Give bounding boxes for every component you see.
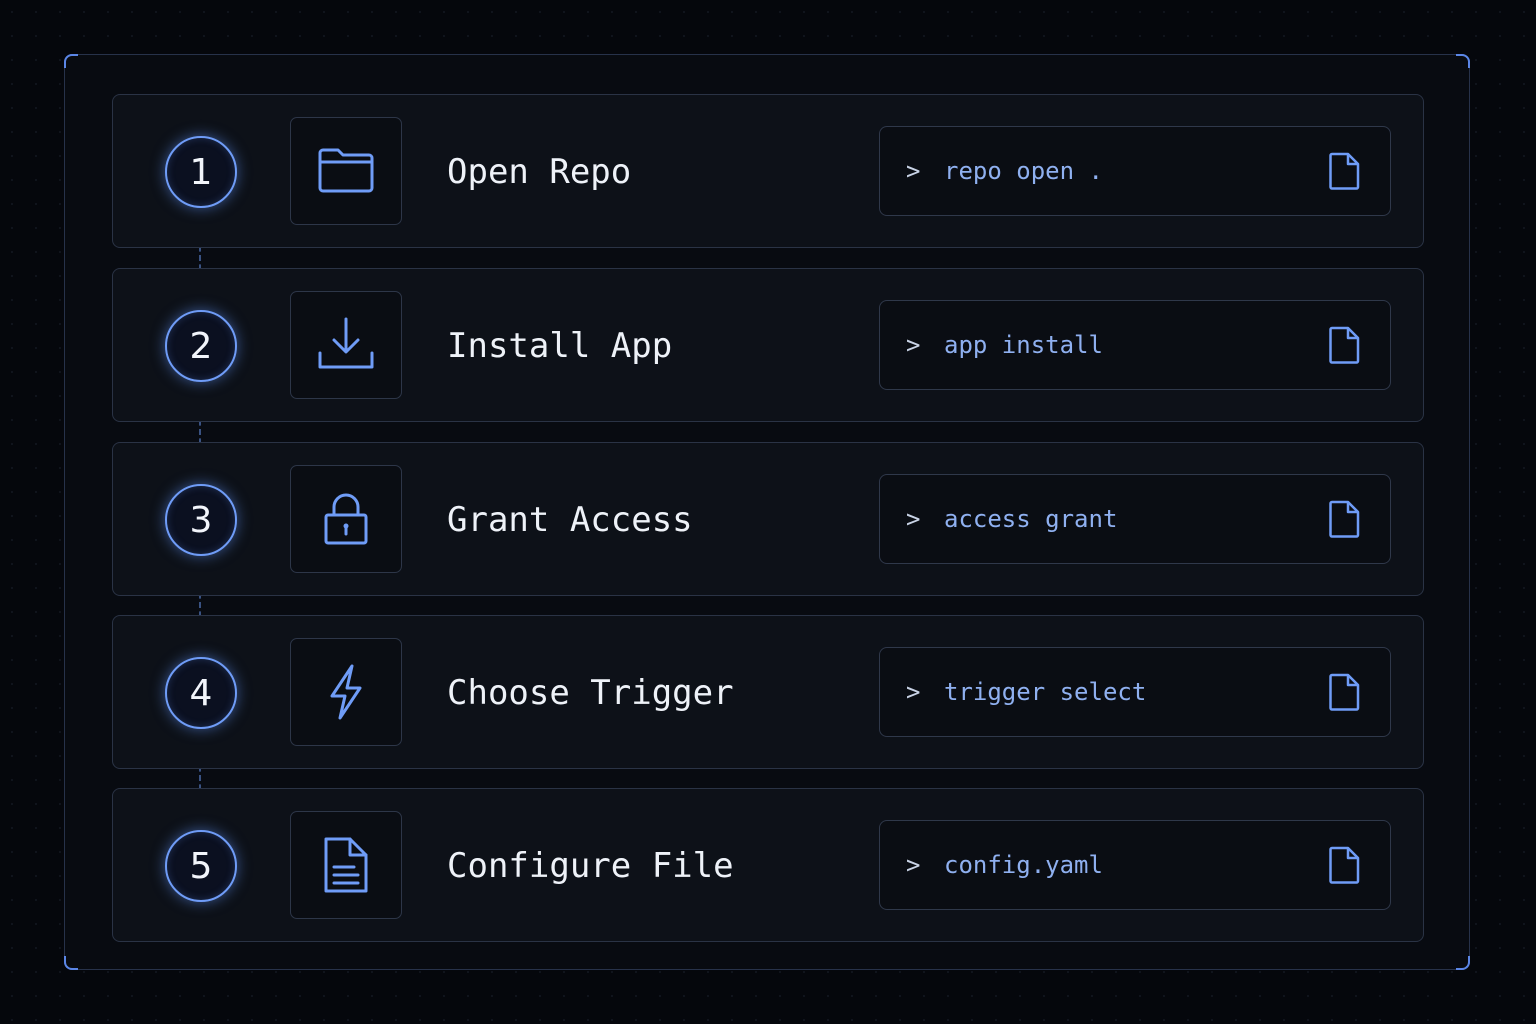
icon-tile xyxy=(290,465,402,573)
step-row-install-app: 2 Install App > app install xyxy=(112,268,1424,422)
prompt-symbol: > xyxy=(906,851,921,879)
folder-icon xyxy=(318,148,374,193)
step-title: Grant Access xyxy=(447,500,693,540)
step-number-badge: 4 xyxy=(165,657,237,729)
file-icon xyxy=(1329,326,1360,364)
step-title: Configure File xyxy=(447,846,734,886)
file-icon xyxy=(1329,152,1360,190)
frame-corner-accent xyxy=(1456,54,1470,68)
command-box[interactable]: > trigger select xyxy=(879,647,1391,737)
step-number-badge: 2 xyxy=(165,310,237,382)
command-text: access grant xyxy=(944,505,1118,533)
step-row-open-repo: 1 Open Repo > repo open . xyxy=(112,94,1424,248)
step-title: Install App xyxy=(447,326,673,366)
step-number-badge: 3 xyxy=(165,484,237,556)
command-box[interactable]: > access grant xyxy=(879,474,1391,564)
lightning-icon xyxy=(330,664,362,720)
prompt-symbol: > xyxy=(906,505,921,533)
step-title: Choose Trigger xyxy=(447,673,734,713)
step-number-badge: 5 xyxy=(165,830,237,902)
frame-corner-accent xyxy=(64,956,78,970)
command-box[interactable]: > repo open . xyxy=(879,126,1391,216)
prompt-symbol: > xyxy=(906,157,921,185)
step-title: Open Repo xyxy=(447,152,632,192)
icon-tile xyxy=(290,117,402,225)
file-icon xyxy=(1329,500,1360,538)
copy-command-button[interactable] xyxy=(1322,149,1366,193)
file-icon xyxy=(1329,673,1360,711)
copy-command-button[interactable] xyxy=(1322,323,1366,367)
copy-command-button[interactable] xyxy=(1322,670,1366,714)
command-text: repo open . xyxy=(944,157,1103,185)
frame-corner-accent xyxy=(1456,956,1470,970)
icon-tile xyxy=(290,638,402,746)
icon-tile xyxy=(290,811,402,919)
step-row-choose-trigger: 4 Choose Trigger > trigger select xyxy=(112,615,1424,769)
frame-corner-accent xyxy=(64,54,78,68)
prompt-symbol: > xyxy=(906,331,921,359)
file-icon xyxy=(1329,846,1360,884)
command-text: config.yaml xyxy=(944,851,1103,879)
download-icon xyxy=(318,317,374,369)
icon-tile xyxy=(290,291,402,399)
step-row-configure-file: 5 Configure File > config.yaml xyxy=(112,788,1424,942)
step-row-grant-access: 3 Grant Access > access grant xyxy=(112,442,1424,596)
copy-command-button[interactable] xyxy=(1322,843,1366,887)
prompt-symbol: > xyxy=(906,678,921,706)
copy-command-button[interactable] xyxy=(1322,497,1366,541)
command-text: trigger select xyxy=(944,678,1147,706)
command-text: app install xyxy=(944,331,1103,359)
command-box[interactable]: > app install xyxy=(879,300,1391,390)
lock-icon xyxy=(324,493,368,545)
document-icon xyxy=(324,837,368,893)
step-number-badge: 1 xyxy=(165,136,237,208)
command-box[interactable]: > config.yaml xyxy=(879,820,1391,910)
